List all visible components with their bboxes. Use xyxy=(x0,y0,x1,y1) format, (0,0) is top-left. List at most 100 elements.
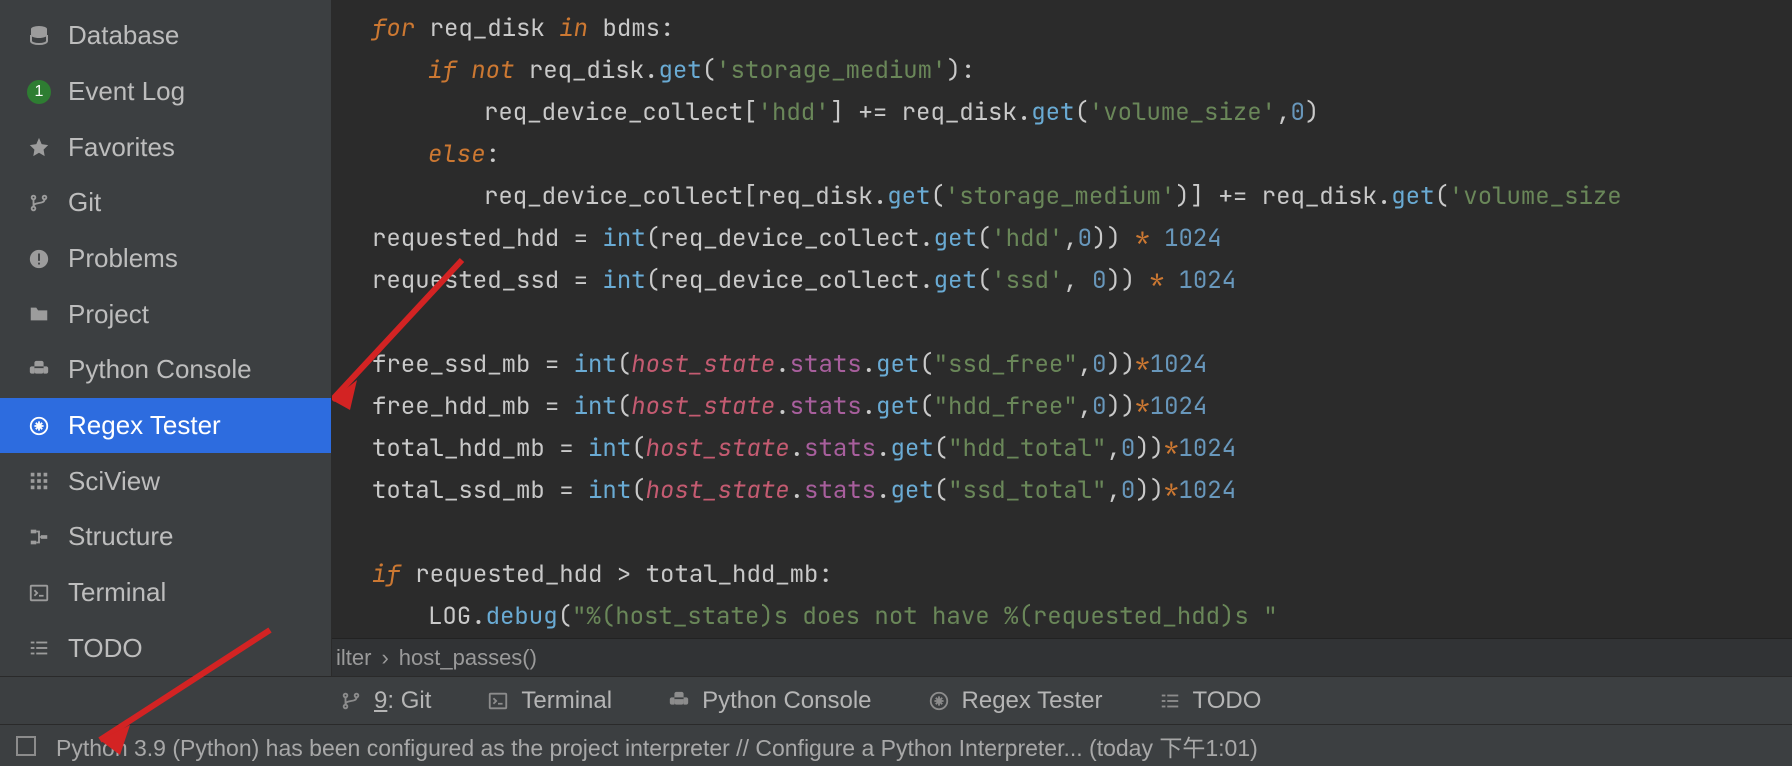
code-token: if xyxy=(428,55,457,86)
code-line[interactable]: free_ssd_mb = int(host_state.stats.get("… xyxy=(332,344,1792,386)
sidebar-item-label: Regex Tester xyxy=(68,410,221,441)
code-token: . xyxy=(919,223,933,254)
tool-tab-regex-tester[interactable]: Regex Tester xyxy=(928,687,1103,715)
sidebar-item-structure[interactable]: Structure xyxy=(0,509,331,565)
code-token: host_state xyxy=(646,433,790,464)
sidebar-item-regex-tester[interactable]: Regex Tester xyxy=(0,398,331,454)
code-token: ( xyxy=(977,265,991,296)
code-token: "ssd_free" xyxy=(934,349,1078,380)
code-token: . xyxy=(1017,97,1031,128)
sidebar-item-favorites[interactable]: Favorites xyxy=(0,119,331,175)
sidebar-item-event-log[interactable]: 1 Event Log xyxy=(0,64,331,120)
code-token: ( xyxy=(919,391,933,422)
status-text[interactable]: Python 3.9 (Python) has been configured … xyxy=(56,729,1258,763)
todo-icon xyxy=(1159,690,1181,712)
code-line[interactable]: for req_disk in bdms: xyxy=(332,8,1792,50)
code-line[interactable]: req_device_collect['hdd'] += req_disk.ge… xyxy=(332,92,1792,134)
sidebar-item-python-console[interactable]: Python Console xyxy=(0,342,331,398)
code-line[interactable]: LOG.debug("%(host_state)s does not have … xyxy=(332,596,1792,638)
code-token: . xyxy=(790,475,804,506)
sidebar-item-label: Git xyxy=(68,187,101,218)
code-token: . xyxy=(862,391,876,422)
code-token: . xyxy=(919,265,933,296)
code-token: 'ssd' xyxy=(991,265,1063,296)
code-token: = xyxy=(545,391,559,422)
sidebar-item-database[interactable]: Database xyxy=(0,8,331,64)
sidebar-item-label: Event Log xyxy=(68,76,185,107)
code-token: 'hdd' xyxy=(758,97,830,128)
terminal-icon xyxy=(26,580,52,606)
code-line[interactable]: else: xyxy=(332,134,1792,176)
code-line[interactable]: if requested_hdd > total_hdd_mb: xyxy=(332,554,1792,596)
code-token: = xyxy=(574,223,588,254)
database-icon xyxy=(26,23,52,49)
sidebar-item-label: Database xyxy=(68,20,179,51)
breadcrumb[interactable]: ilter › host_passes() xyxy=(332,638,1792,676)
code-token: = xyxy=(545,349,559,380)
python-icon xyxy=(668,690,690,712)
code-token: 0 xyxy=(1092,391,1106,422)
sidebar-item-project[interactable]: Project xyxy=(0,286,331,342)
sidebar-item-todo[interactable]: TODO xyxy=(0,620,331,676)
code-token: for xyxy=(372,13,415,44)
breadcrumb-sep-icon: › xyxy=(381,645,388,671)
sidebar-item-label: Python Console xyxy=(68,354,252,385)
code-token: get xyxy=(1031,97,1074,128)
code-line[interactable]: requested_hdd = int(req_device_collect.g… xyxy=(332,218,1792,260)
code-editor[interactable]: for req_disk in bdms:if not req_disk.get… xyxy=(332,0,1792,676)
code-token: "%(host_state)s does not have %(requeste… xyxy=(572,601,1278,632)
tool-tab-label: Regex Tester xyxy=(962,687,1103,715)
tool-tab-label: Terminal xyxy=(521,687,612,715)
code-token: 0 xyxy=(1121,433,1135,464)
code-token: debug xyxy=(486,601,558,632)
code-token: ) xyxy=(1175,181,1189,212)
code-token: , xyxy=(1106,433,1120,464)
code-token: "ssd_total" xyxy=(948,475,1106,506)
code-line[interactable]: requested_ssd = int(req_device_collect.g… xyxy=(332,260,1792,302)
sidebar-item-problems[interactable]: Problems xyxy=(0,231,331,287)
tool-tab-todo[interactable]: TODO xyxy=(1159,687,1262,715)
code-token: 1024 xyxy=(1179,475,1237,506)
tool-tab-python-console[interactable]: Python Console xyxy=(668,687,871,715)
python-icon xyxy=(26,357,52,383)
code-token: * xyxy=(1135,391,1149,422)
code-token: . xyxy=(775,349,789,380)
code-area[interactable]: for req_disk in bdms:if not req_disk.get… xyxy=(332,0,1792,638)
code-token: = xyxy=(559,475,573,506)
sidebar-item-terminal[interactable]: Terminal xyxy=(0,565,331,621)
sciview-icon xyxy=(26,468,52,494)
code-token: int xyxy=(574,349,617,380)
sidebar-item-label: Problems xyxy=(68,243,178,274)
tool-window-list: Database 1 Event Log Favorites Git Problems Pr… xyxy=(0,0,332,676)
code-token: )) xyxy=(1135,433,1164,464)
tool-tab--git[interactable]: 9: Git xyxy=(340,687,431,715)
code-line[interactable]: free_hdd_mb = int(host_state.stats.get("… xyxy=(332,386,1792,428)
code-token: ( xyxy=(934,433,948,464)
code-line[interactable]: total_ssd_mb = int(host_state.stats.get(… xyxy=(332,470,1792,512)
code-line[interactable] xyxy=(332,302,1792,344)
tool-tab-label: 9: Git xyxy=(374,687,431,715)
code-token: = xyxy=(574,265,588,296)
code-line[interactable]: total_hdd_mb = int(host_state.stats.get(… xyxy=(332,428,1792,470)
sidebar-item-git[interactable]: Git xyxy=(0,175,331,231)
code-token: ) xyxy=(946,55,960,86)
sidebar-item-sciview[interactable]: SciView xyxy=(0,453,331,509)
code-line[interactable]: req_device_collect[req_disk.get('storage… xyxy=(332,176,1792,218)
code-token: "hdd_free" xyxy=(934,391,1078,422)
code-token: req_disk xyxy=(1262,181,1377,212)
code-token: . xyxy=(1377,181,1391,212)
code-token: get xyxy=(934,223,977,254)
code-token: , xyxy=(1078,349,1092,380)
code-line[interactable]: if not req_disk.get('storage_medium'): xyxy=(332,50,1792,92)
code-line[interactable] xyxy=(332,512,1792,554)
badge1-icon: 1 xyxy=(26,79,52,105)
code-token: else xyxy=(428,139,486,170)
status-icon[interactable] xyxy=(16,736,36,756)
code-token: ( xyxy=(631,433,645,464)
code-token: [ xyxy=(743,181,757,212)
tool-tab-terminal[interactable]: Terminal xyxy=(487,687,612,715)
code-token: , xyxy=(1276,97,1290,128)
code-token: ( xyxy=(1074,97,1088,128)
code-token: host_state xyxy=(631,349,775,380)
code-token: req_device_collect xyxy=(484,97,743,128)
